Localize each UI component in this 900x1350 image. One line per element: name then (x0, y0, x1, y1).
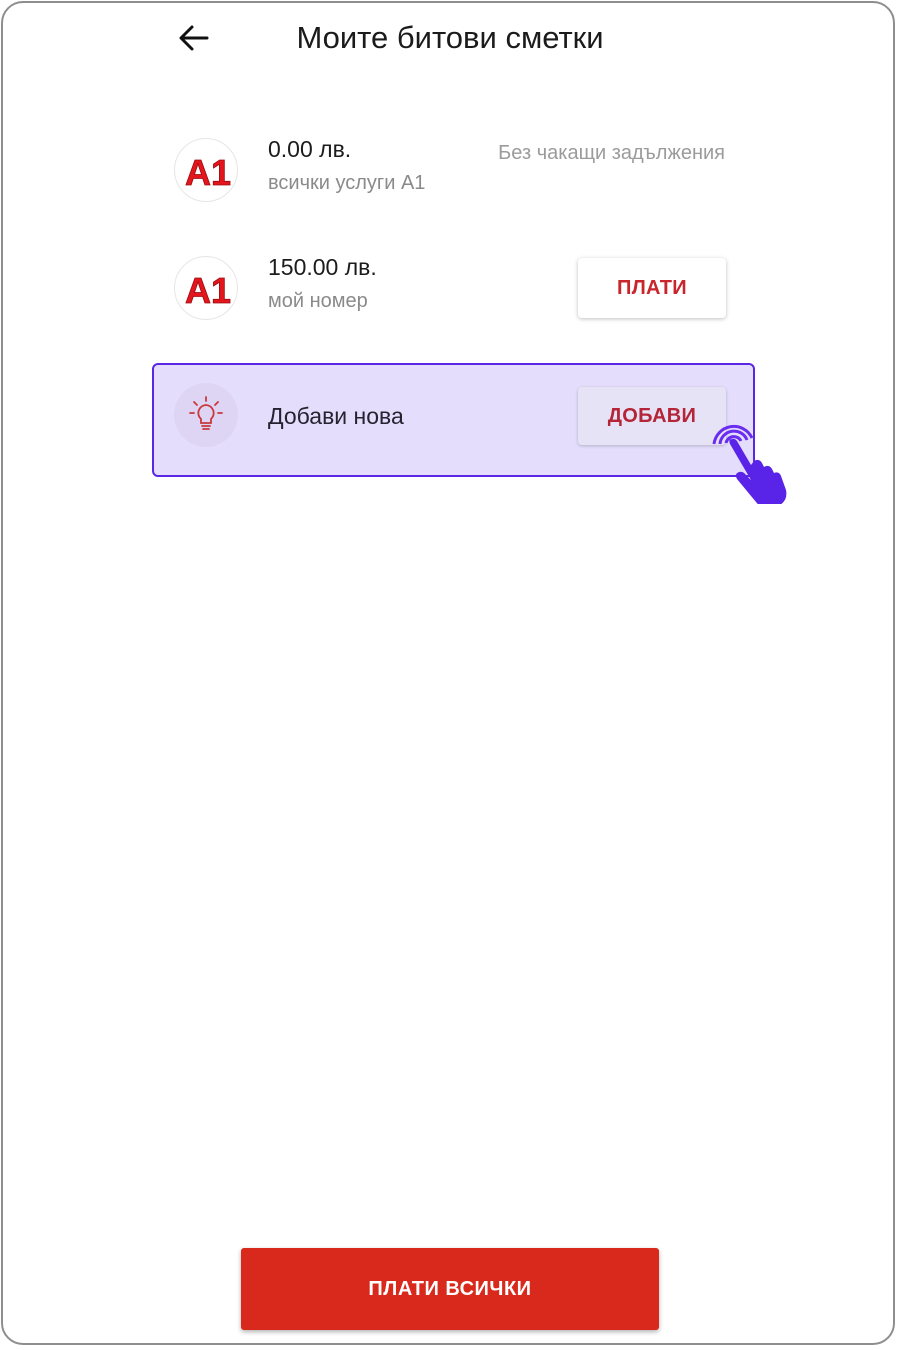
pay-button[interactable]: ПЛАТИ (578, 258, 726, 318)
bill-row-my-number[interactable]: A1 150.00 лв. мой номер ПЛАТИ (152, 232, 755, 346)
back-button[interactable] (172, 18, 216, 58)
add-new-icon-circle (174, 383, 238, 447)
bill-row-a1-all[interactable]: A1 0.00 лв. всички услуги A1 Без чакащи … (152, 114, 755, 228)
bill-status: Без чакащи задължения (498, 142, 725, 164)
a1-logo: A1 (174, 138, 238, 202)
svg-text:A1: A1 (185, 270, 231, 310)
svg-text:A1: A1 (185, 152, 231, 192)
bill-label: всички услуги A1 (268, 172, 426, 194)
bill-label: мой номер (268, 290, 368, 312)
a1-logo: A1 (174, 256, 238, 320)
bill-amount: 150.00 лв. (268, 254, 377, 280)
pay-all-button[interactable]: ПЛАТИ ВСИЧКИ (241, 1248, 659, 1330)
page-title: Моите битови сметки (296, 20, 604, 55)
lightbulb-icon (189, 396, 223, 430)
add-new-row[interactable]: Добави нова ДОБАВИ (152, 363, 755, 477)
arrow-left-icon (179, 25, 209, 51)
a1-logo-icon: A1 (185, 152, 231, 192)
tap-hand-cursor-icon (712, 424, 787, 504)
a1-logo-icon: A1 (185, 270, 231, 310)
add-new-label: Добави нова (268, 403, 404, 429)
bill-amount: 0.00 лв. (268, 136, 352, 162)
